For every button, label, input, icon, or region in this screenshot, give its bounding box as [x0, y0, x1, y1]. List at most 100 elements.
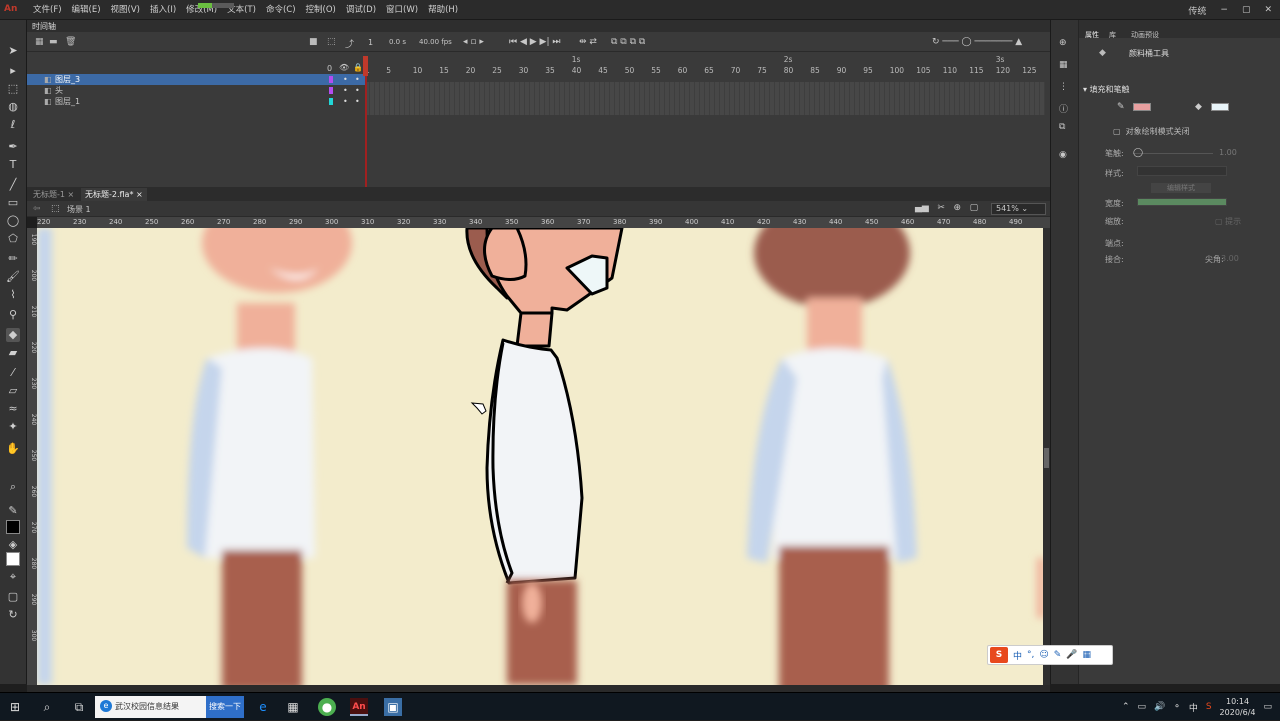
menu-item-10[interactable]: 帮助(H)	[423, 0, 463, 20]
app-icon-green[interactable]: ●	[318, 698, 336, 716]
3d-rotation-icon[interactable]: ◍	[6, 100, 20, 114]
stage-artwork[interactable]	[37, 228, 1043, 685]
edge-icon[interactable]: e	[254, 698, 272, 716]
frame-grid[interactable]	[365, 82, 1045, 115]
eraser-icon[interactable]: ▱	[6, 384, 20, 398]
scene-label[interactable]: 场景 1	[67, 204, 91, 215]
volume-icon[interactable]: 🔊	[1154, 702, 1165, 712]
layer-row[interactable]: ◧ 头 • •	[27, 85, 365, 96]
paint-brush-icon[interactable]: ⌇	[6, 288, 20, 302]
zoom-select[interactable]: 541% ⌄	[991, 203, 1046, 215]
loop-icon[interactable]: ⇹ ⇄	[579, 37, 597, 47]
stroke-slider[interactable]: ◯	[1133, 148, 1213, 158]
timeline-zoom-slider[interactable]: ↻ ─── ◯ ─────── ▲	[932, 37, 1022, 47]
ime-punct[interactable]: °,	[1027, 650, 1034, 660]
playhead[interactable]	[365, 56, 367, 204]
stage-tools[interactable]: ▄▅ ✂ ⊕ ▢	[915, 203, 978, 213]
delete-layer-icon[interactable]: 🗑	[65, 37, 76, 47]
align-icon[interactable]: ⋮	[1059, 82, 1068, 92]
clock[interactable]: 10:14 2020/6/4	[1220, 696, 1256, 718]
frame-rate[interactable]: 40.00 fps	[419, 38, 452, 46]
fill-color-swatch[interactable]	[6, 552, 20, 566]
layer-color-swatch[interactable]	[329, 98, 333, 105]
layer-name[interactable]: 头	[55, 85, 63, 96]
pen-tool-icon[interactable]: ✒	[6, 140, 20, 154]
frames-area[interactable]: 1510152025303540455055606570758085909510…	[363, 52, 1045, 215]
layer-color-swatch[interactable]	[329, 76, 333, 83]
eye-icon[interactable]: 👁	[339, 63, 349, 72]
animate-app-icon[interactable]: An	[350, 698, 368, 716]
pencil-tool-icon[interactable]: ✏	[6, 252, 20, 266]
selection-tool-icon[interactable]: ➤	[6, 44, 20, 58]
ime-lang-indicator[interactable]: 中	[1189, 701, 1198, 714]
step-back-icon[interactable]: ◂ ▫ ▸	[463, 37, 484, 47]
taskbar-search-box[interactable]: e 武汉校园信息结果	[95, 696, 207, 718]
stroke-color-swatch[interactable]	[6, 520, 20, 534]
transform-icon[interactable]: ⧉	[1059, 122, 1065, 132]
paint-bucket-icon[interactable]: ◆	[6, 328, 20, 342]
layer-row[interactable]: ◧ 图层_3 • •	[27, 74, 365, 85]
frame-ruler[interactable]: 1510152025303540455055606570758085909510…	[365, 55, 1045, 78]
section-fill-stroke[interactable]: ▾ 填充和笔触	[1083, 84, 1130, 95]
fill-swatch[interactable]	[1211, 103, 1229, 111]
free-transform-icon[interactable]: ⬚	[6, 82, 20, 96]
explorer-icon[interactable]: ▣	[384, 698, 402, 716]
edit-style-button[interactable]: 编辑样式	[1151, 183, 1211, 193]
lasso-icon[interactable]: ℓ	[6, 118, 20, 132]
stroke-value[interactable]: 1.00	[1219, 148, 1237, 157]
layer-lock-dot[interactable]: •	[355, 74, 360, 85]
miter-value[interactable]: 3.00	[1221, 254, 1239, 263]
ink-bottle-icon[interactable]: ▰	[6, 346, 20, 360]
doc-tab-1[interactable]: 无标题-1 ×	[29, 188, 78, 201]
eyedropper-icon[interactable]: ⁄	[6, 366, 20, 380]
battery-icon[interactable]: ▭	[1138, 702, 1147, 712]
windows-start-icon[interactable]: ⊞	[6, 698, 24, 716]
notification-icon[interactable]: ▭	[1263, 702, 1272, 712]
camera-icon[interactable]: ✦	[6, 420, 20, 434]
menu-item-7[interactable]: 控制(O)	[301, 0, 341, 20]
layer-lock-dot[interactable]: •	[355, 96, 360, 107]
layer-color-swatch[interactable]	[329, 87, 333, 94]
layer-name[interactable]: 图层_1	[55, 96, 80, 107]
timeline-tab[interactable]: 时间轴	[27, 20, 1050, 32]
text-tool-icon[interactable]: T	[6, 158, 20, 172]
tab-properties[interactable]: 属性	[1085, 30, 1099, 40]
sogou-logo-icon[interactable]: S	[990, 647, 1008, 663]
polystar-tool-icon[interactable]: ⬠	[6, 232, 20, 246]
swap-colors-icon[interactable]: ◈	[6, 538, 20, 552]
zoom-tool-icon[interactable]: ⌕	[6, 480, 20, 494]
parent-view-icon[interactable]: ⬚	[327, 37, 336, 47]
doc-tab-2[interactable]: 无标题-2.fla* ×	[81, 188, 147, 201]
workspace-switcher[interactable]: 传统	[1188, 4, 1206, 17]
current-frame[interactable]: 1	[368, 38, 373, 47]
lock-icon[interactable]: 🔒	[353, 63, 363, 72]
maximize-button[interactable]: ▢	[1242, 5, 1251, 15]
object-drawing-toggle[interactable]: ▢ 对象绘制模式关闭	[1113, 126, 1190, 137]
layer-name[interactable]: 图层_3	[55, 74, 80, 85]
tab-library[interactable]: 库	[1109, 30, 1116, 40]
elapsed-time[interactable]: 0.0 s	[389, 38, 406, 46]
line-tool-icon[interactable]: ╱	[6, 178, 20, 192]
rotate-icon[interactable]: ↻	[6, 608, 20, 622]
bone-tool-icon[interactable]: ⚲	[6, 308, 20, 322]
minimize-button[interactable]: −	[1220, 5, 1228, 15]
playback-controls[interactable]: ⏮ ◀ ▶ ▶| ⏭	[509, 37, 560, 47]
layer-lock-dot[interactable]: •	[355, 85, 360, 96]
camera-layer-icon[interactable]: ■	[309, 37, 318, 47]
tray-chevron-icon[interactable]: ⌃	[1122, 702, 1130, 712]
rectangle-tool-icon[interactable]: ▭	[6, 196, 20, 210]
playhead-handle[interactable]	[363, 56, 368, 76]
back-arrow-icon[interactable]: ⇦	[33, 204, 41, 214]
width-tool-icon[interactable]: ≈	[6, 402, 20, 416]
menu-item-2[interactable]: 视图(V)	[106, 0, 145, 20]
snap-icon[interactable]: ⌖	[6, 570, 20, 584]
layer-visibility-dot[interactable]: •	[343, 96, 348, 107]
search-icon[interactable]: ⌕	[38, 698, 56, 716]
menu-item-8[interactable]: 调试(D)	[341, 0, 381, 20]
brush-tool-icon[interactable]: 🖌	[6, 270, 20, 284]
new-folder-icon[interactable]: ▬	[49, 37, 58, 47]
library-icon[interactable]: ▦	[1059, 60, 1068, 70]
layer-depth-icon[interactable]: ⤴	[345, 37, 354, 50]
sogou-tray-icon[interactable]: S	[1206, 702, 1212, 712]
menu-item-9[interactable]: 窗口(W)	[381, 0, 423, 20]
